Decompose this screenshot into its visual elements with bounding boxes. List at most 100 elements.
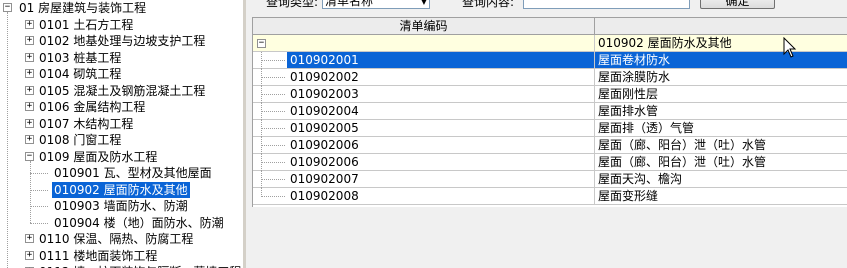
bill-name-cell: 屋面排水管 bbox=[595, 103, 847, 120]
tree-connector-line bbox=[261, 128, 285, 129]
tree-connector-line bbox=[30, 189, 48, 191]
tree-guide-line bbox=[7, 12, 8, 268]
tree-item-label: 01 房屋建筑与装饰工程 bbox=[19, 1, 147, 15]
query-type-label: 查询类型: bbox=[266, 0, 319, 9]
tree-guide-line bbox=[30, 160, 31, 223]
tree-item[interactable]: +0101 土石方工程 bbox=[0, 17, 243, 33]
bill-code-cell: 010902003 bbox=[287, 86, 595, 103]
bill-name-cell: 屋面（廊、阳台）泄（吐）水管 bbox=[595, 154, 847, 171]
bill-name-cell: 屋面卷材防水 bbox=[595, 52, 847, 69]
tree-item-label: 010901 瓦、型材及其他屋面 bbox=[54, 166, 212, 180]
tree-item[interactable]: +0103 桩基工程 bbox=[0, 50, 243, 66]
table-row[interactable]: 010902002 屋面涂膜防水 bbox=[253, 69, 847, 86]
row-indent bbox=[253, 171, 287, 188]
tree-item-label: 0108 门窗工程 bbox=[39, 133, 122, 147]
tree-item[interactable]: 010903 墙面防水、防潮 bbox=[0, 198, 243, 214]
row-indent bbox=[253, 120, 287, 137]
query-toolbar: 查询类型: 清单名称 ▼ 查询内容: 确定 bbox=[246, 0, 847, 16]
collapse-icon[interactable]: − bbox=[25, 151, 34, 161]
tree-item[interactable]: 010902 屋面防水及其他 bbox=[0, 181, 243, 198]
tree-item-label: 0107 木结构工程 bbox=[39, 116, 134, 131]
tree-item[interactable]: +0105 混凝土及钢筋混凝土工程 bbox=[0, 83, 243, 99]
tree-item[interactable]: +0102 地基处理与边坡支护工程 bbox=[0, 33, 243, 49]
tree-item[interactable]: +0108 门窗工程 bbox=[0, 132, 243, 148]
mouse-cursor-icon bbox=[783, 37, 797, 58]
tree-connector-line bbox=[261, 179, 285, 180]
bill-code-cell: 010902008 bbox=[287, 188, 595, 205]
bill-grid: 清单编码 −010902 屋面防水及其他 010902001 屋面卷材防水 01090… bbox=[252, 17, 847, 207]
table-row[interactable]: 010902007 屋面天沟、檐沟 bbox=[253, 171, 847, 188]
tree-item-label: 0102 地基处理与边坡支护工程 bbox=[39, 34, 206, 48]
bill-code-cell: 010902006 bbox=[287, 154, 595, 171]
expand-icon[interactable]: + bbox=[25, 118, 34, 128]
query-content-input[interactable] bbox=[523, 0, 690, 9]
tree-item-label: 0106 金属结构工程 bbox=[39, 100, 146, 114]
chevron-down-icon: ▼ bbox=[420, 0, 427, 6]
row-indent bbox=[253, 69, 287, 86]
tree-connector-line bbox=[261, 60, 285, 61]
tree-item-label: 010902 屋面防水及其他 bbox=[52, 181, 190, 198]
bill-code-cell: 010902006 bbox=[287, 137, 595, 154]
expand-icon[interactable]: + bbox=[25, 19, 34, 29]
table-row[interactable]: 010902006 屋面（廊、阳台）泄（吐）水管 bbox=[253, 137, 847, 154]
tree-item-label: 010903 墙面防水、防潮 bbox=[54, 199, 188, 213]
tree-connector-line bbox=[30, 173, 48, 174]
column-header-code[interactable]: 清单编码 bbox=[253, 18, 595, 35]
row-indent bbox=[253, 154, 287, 171]
tree-item-label: 0101 土石方工程 bbox=[39, 17, 134, 32]
bill-code-cell: 010902004 bbox=[287, 103, 595, 120]
tree-item[interactable]: +0112 墙、柱面装饰与隔断、幕墙工程 bbox=[0, 264, 243, 268]
row-indent bbox=[253, 103, 287, 120]
bill-name-cell: 屋面天沟、檐沟 bbox=[595, 171, 847, 188]
tree-item[interactable]: 010904 楼（地）面防水、防潮 bbox=[0, 215, 243, 231]
tree-item[interactable]: +0106 金属结构工程 bbox=[0, 99, 243, 115]
query-content-label: 查询内容: bbox=[462, 0, 515, 9]
expand-icon[interactable]: + bbox=[25, 234, 34, 243]
table-row[interactable]: 010902003 屋面刚性层 bbox=[253, 86, 847, 103]
category-tree[interactable]: −01 房屋建筑与装饰工程 +0101 土石方工程 +0102 地基处理与边坡支护工… bbox=[0, 0, 243, 268]
tree-item[interactable]: −01 房屋建筑与装饰工程 bbox=[0, 0, 243, 16]
row-indent bbox=[253, 52, 287, 69]
tree-item-label: 0111 楼地面装饰工程 bbox=[39, 248, 158, 263]
table-row[interactable]: 010902005 屋面排（透）气管 bbox=[253, 120, 847, 137]
tree-item-label: 0103 桩基工程 bbox=[39, 50, 122, 65]
tree-item-label: 0110 保温、隔热、防腐工程 bbox=[39, 232, 194, 246]
collapse-icon[interactable]: − bbox=[3, 3, 12, 12]
table-row[interactable]: 010902008 屋面变形缝 bbox=[253, 188, 847, 205]
table-row[interactable]: 010902004 屋面排水管 bbox=[253, 103, 847, 120]
tree-connector-line bbox=[261, 196, 285, 197]
expand-icon[interactable]: + bbox=[25, 102, 34, 111]
row-indent bbox=[253, 137, 287, 154]
tree-item[interactable]: +0111 楼地面装饰工程 bbox=[0, 248, 243, 264]
row-indent bbox=[253, 86, 287, 103]
bill-name-cell: 屋面排（透）气管 bbox=[595, 120, 847, 137]
tree-item[interactable]: +0110 保温、隔热、防腐工程 bbox=[0, 231, 243, 247]
expand-icon[interactable]: + bbox=[25, 135, 34, 144]
bill-name-cell: 屋面刚性层 bbox=[595, 86, 847, 103]
expand-icon[interactable]: + bbox=[25, 250, 34, 260]
tree-connector-line bbox=[261, 145, 285, 146]
bill-code-cell: 010902002 bbox=[287, 69, 595, 86]
expand-icon[interactable]: + bbox=[25, 85, 34, 95]
query-type-value: 清单名称 bbox=[325, 0, 374, 8]
tree-connector-line bbox=[261, 94, 285, 95]
bill-name-cell: 屋面涂膜防水 bbox=[595, 69, 847, 86]
group-row[interactable]: − 010902 屋面防水及其他 bbox=[253, 35, 847, 52]
expand-icon[interactable]: + bbox=[25, 36, 34, 45]
tree-item[interactable]: 010901 瓦、型材及其他屋面 bbox=[0, 165, 243, 181]
tree-item[interactable]: +0104 砌筑工程 bbox=[0, 66, 243, 82]
collapse-icon[interactable]: − bbox=[257, 39, 266, 48]
table-row[interactable]: 010902001 屋面卷材防水 bbox=[253, 52, 847, 69]
confirm-button[interactable]: 确定 bbox=[700, 0, 775, 9]
tree-item[interactable]: −0109 屋面及防水工程 bbox=[0, 149, 243, 165]
tree-item-label: 010904 楼（地）面防水、防潮 bbox=[54, 215, 224, 230]
tree-connector-line bbox=[261, 111, 285, 112]
table-row[interactable]: 010902006 屋面（廊、阳台）泄（吐）水管 bbox=[253, 154, 847, 171]
query-type-select[interactable]: 清单名称 ▼ bbox=[322, 0, 430, 9]
tree-connector-line bbox=[30, 206, 48, 207]
tree-item[interactable]: +0107 木结构工程 bbox=[0, 116, 243, 132]
bill-name-cell: 屋面（廊、阳台）泄（吐）水管 bbox=[595, 137, 847, 154]
expand-icon[interactable]: + bbox=[25, 52, 34, 62]
expand-icon[interactable]: + bbox=[25, 69, 34, 78]
column-header-name[interactable] bbox=[595, 18, 847, 35]
